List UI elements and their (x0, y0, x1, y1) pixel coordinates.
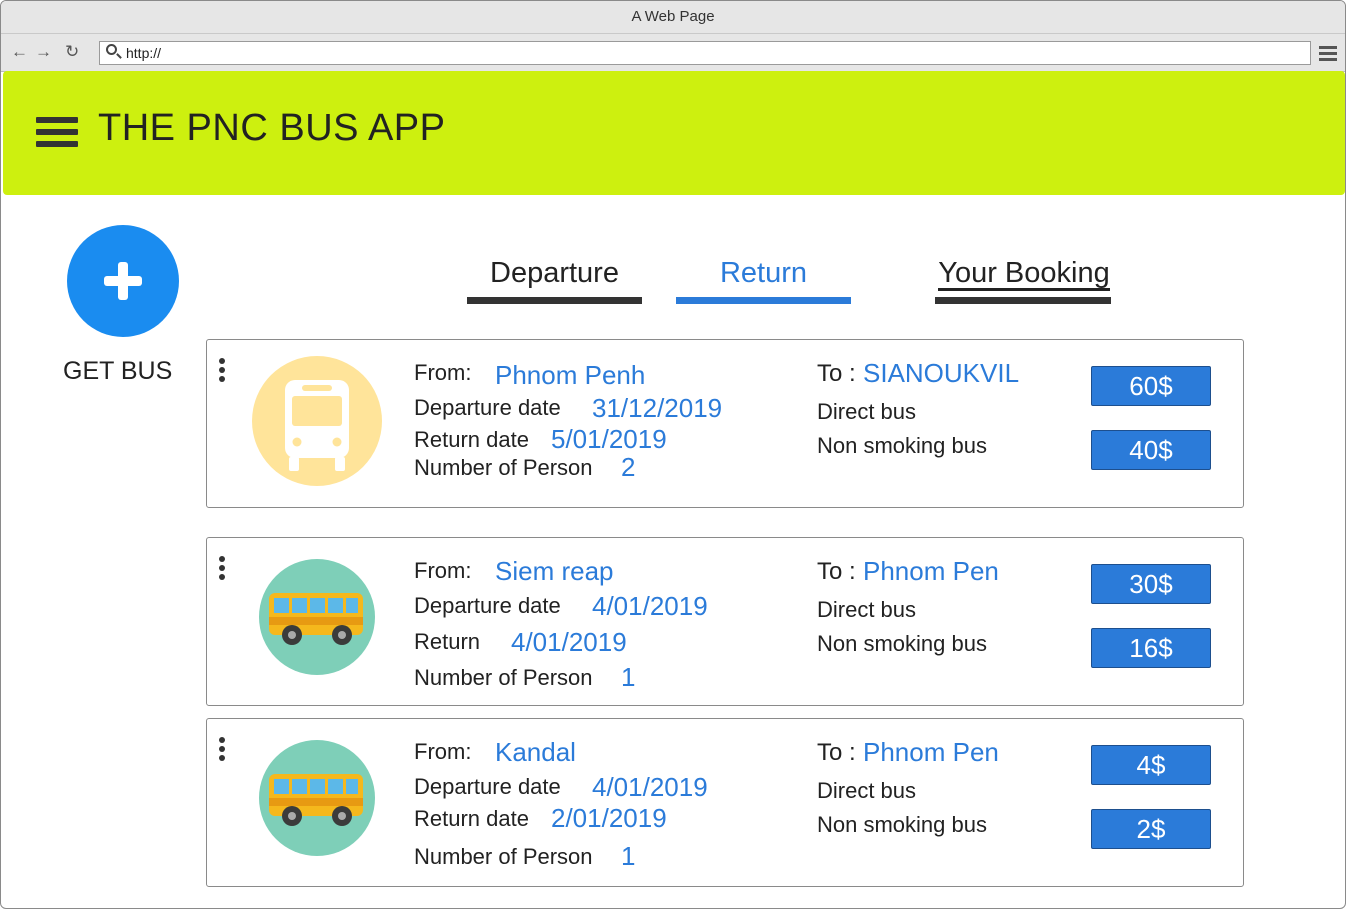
browser-menu-icon[interactable] (1319, 46, 1337, 64)
browser-window: A Web Page ← → ↻ http:// THE PNC BUS APP… (0, 0, 1346, 909)
to-label: To : (817, 739, 856, 766)
persons-label: Number of Person (414, 665, 593, 690)
departure-date-value: 31/12/2019 (592, 393, 723, 423)
from-value: Kandal (495, 737, 576, 767)
app-header: THE PNC BUS APP (3, 71, 1345, 195)
more-options-icon[interactable] (219, 358, 225, 385)
tab-return[interactable]: Return (676, 257, 851, 304)
window-title: A Web Page (1, 1, 1345, 34)
trip-card[interactable]: From: Phnom Penh Departure date 31/12/20… (206, 339, 1244, 508)
persons-label: Number of Person (414, 844, 593, 869)
from-label: From: (414, 360, 472, 385)
direct-bus-price-button[interactable]: 30$ (1091, 564, 1211, 604)
departure-date-label: Departure date (414, 593, 561, 618)
departure-date-value: 4/01/2019 (592, 772, 708, 802)
get-bus-button[interactable] (67, 225, 179, 337)
url-text: http:// (126, 45, 162, 61)
tab-return-label: Return (719, 257, 808, 289)
bus-side-icon (259, 740, 375, 856)
reload-icon[interactable]: ↻ (65, 42, 79, 62)
hamburger-menu-icon[interactable] (36, 117, 78, 153)
departure-date-value: 4/01/2019 (592, 591, 708, 621)
tab-your-booking[interactable]: Your Booking (929, 257, 1119, 304)
trip-card[interactable]: From: Siem reap Departure date 4/01/2019… (206, 537, 1244, 706)
persons-value: 1 (621, 662, 636, 692)
non-smoking-price-button[interactable]: 2$ (1091, 809, 1211, 849)
non-smoking-price-button[interactable]: 40$ (1091, 430, 1211, 470)
back-arrow-icon[interactable]: ← (11, 42, 28, 62)
more-options-icon[interactable] (219, 737, 225, 764)
app-title: THE PNC BUS APP (98, 107, 446, 149)
non-smoking-bus-label: Non smoking bus (817, 631, 987, 656)
browser-toolbar: ← → ↻ http:// (1, 34, 1345, 72)
direct-bus-price-button[interactable]: 4$ (1091, 745, 1211, 785)
bus-side-icon (259, 559, 375, 675)
search-icon (106, 44, 117, 55)
bus-front-icon (252, 356, 382, 486)
from-label: From: (414, 739, 472, 764)
return-date-value: 5/01/2019 (551, 424, 667, 454)
direct-bus-price-button[interactable]: 60$ (1091, 366, 1211, 406)
to-label: To : (817, 360, 856, 387)
more-options-icon[interactable] (219, 556, 225, 583)
persons-label: Number of Person (414, 455, 593, 480)
tab-underline (935, 297, 1111, 304)
tab-your-booking-label: Your Booking (938, 257, 1110, 291)
return-label: Return (414, 629, 481, 654)
tab-underline (467, 297, 642, 304)
non-smoking-price-button[interactable]: 16$ (1091, 628, 1211, 668)
return-date-value: 4/01/2019 (511, 627, 627, 657)
from-value: Phnom Penh (495, 360, 646, 390)
direct-bus-label: Direct bus (817, 778, 917, 803)
persons-value: 1 (621, 841, 636, 871)
to-value: Phnom Pen (863, 737, 999, 767)
from-value: Siem reap (495, 556, 614, 586)
forward-arrow-icon[interactable]: → (35, 42, 52, 62)
to-value: Phnom Pen (863, 556, 999, 586)
from-label: From: (414, 558, 472, 583)
departure-date-label: Departure date (414, 774, 561, 799)
url-bar[interactable]: http:// (99, 41, 1311, 65)
return-date-value: 2/01/2019 (551, 803, 667, 833)
non-smoking-bus-label: Non smoking bus (817, 433, 987, 458)
tab-underline (676, 297, 851, 304)
direct-bus-label: Direct bus (817, 597, 917, 622)
to-label: To : (817, 558, 856, 585)
trip-card[interactable]: From: Kandal Departure date 4/01/2019 Re… (206, 718, 1244, 887)
get-bus-label: GET BUS (63, 357, 173, 385)
departure-date-label: Departure date (414, 395, 561, 420)
tab-departure[interactable]: Departure (467, 257, 642, 304)
return-date-label: Return date (414, 427, 529, 452)
persons-value: 2 (621, 452, 636, 482)
to-value: SIANOUKVIL (863, 358, 1020, 388)
direct-bus-label: Direct bus (817, 399, 917, 424)
return-date-label: Return date (414, 806, 529, 831)
tab-departure-label: Departure (490, 257, 619, 289)
non-smoking-bus-label: Non smoking bus (817, 812, 987, 837)
